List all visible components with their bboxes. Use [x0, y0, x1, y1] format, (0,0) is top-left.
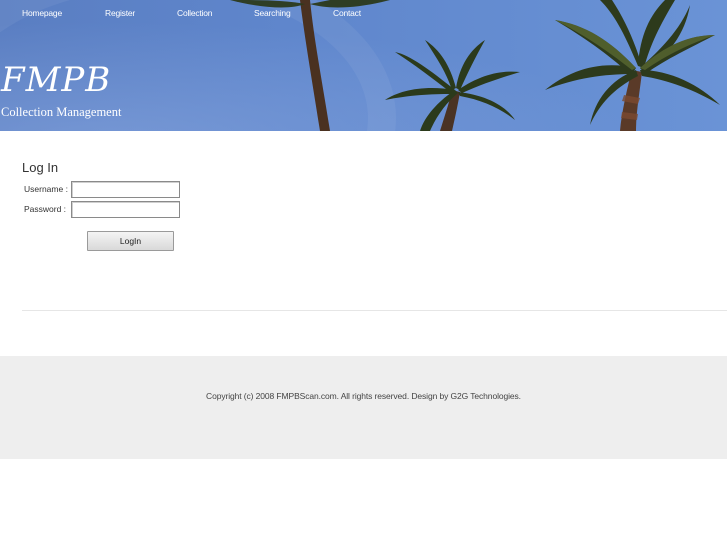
nav-link-register[interactable]: Register	[105, 8, 135, 18]
site-tagline: Collection Management	[1, 105, 122, 119]
nav-link-searching[interactable]: Searching	[254, 8, 291, 18]
username-label: Username :	[24, 184, 68, 194]
top-nav: Homepage Register Collection Searching C…	[0, 0, 727, 26]
nav-link-contact[interactable]: Contact	[333, 8, 361, 18]
username-input[interactable]	[71, 181, 180, 198]
content-divider	[22, 310, 727, 311]
login-title: Log In	[22, 160, 59, 175]
nav-link-collection[interactable]: Collection	[177, 8, 213, 18]
footer: Copyright (c) 2008 FMPBScan.com. All rig…	[0, 356, 727, 459]
site-logo: FMPB	[1, 60, 112, 100]
password-label: Password :	[24, 204, 67, 214]
copyright-text: Copyright (c) 2008 FMPBScan.com. All rig…	[206, 391, 521, 401]
password-input[interactable]	[71, 201, 180, 218]
nav-link-homepage[interactable]: Homepage	[22, 8, 62, 18]
login-button[interactable]: LogIn	[87, 231, 174, 251]
header-banner: Homepage Register Collection Searching C…	[0, 0, 727, 131]
